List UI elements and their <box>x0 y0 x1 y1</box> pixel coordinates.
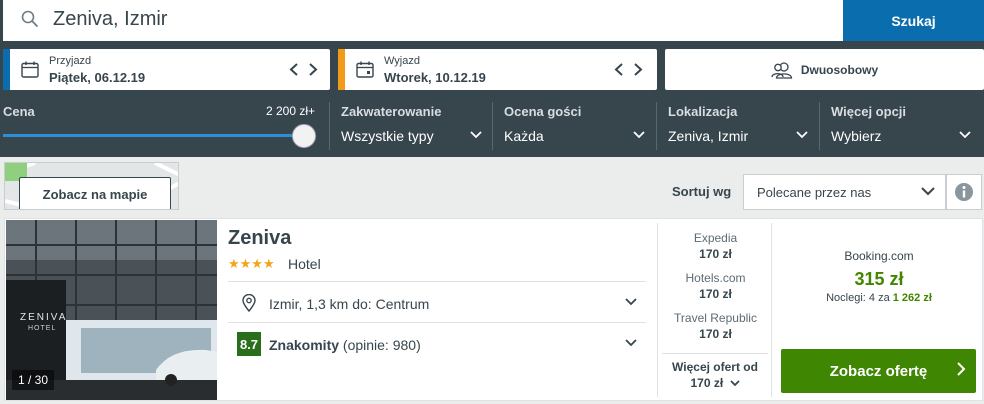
price-filter-label: Cena <box>3 104 35 119</box>
hotel-location: Izmir, 1,3 km do: Centrum <box>269 296 430 312</box>
chevron-down-icon[interactable] <box>625 298 637 306</box>
more-offers-label: Więcej ofert od <box>672 360 758 374</box>
accommodation-filter-label: Zakwaterowanie <box>341 104 442 119</box>
location-filter-label: Lokalizacja <box>668 104 738 119</box>
price-filter-value: 2 200 zł+ <box>266 104 316 118</box>
accommodation-filter[interactable]: Zakwaterowanie Wszystkie typy <box>341 96 491 157</box>
best-offer-price: 315 zł <box>854 269 904 289</box>
nights-total: 1 262 zł <box>892 292 932 304</box>
chevron-down-icon <box>470 131 482 139</box>
offer-price: 170 zł <box>699 247 732 261</box>
more-options-label: Więcej opcji <box>831 104 907 119</box>
hotel-type: Hotel <box>288 256 321 272</box>
accommodation-filter-value: Wszystkie typy <box>341 128 434 144</box>
hotel-name[interactable]: Zeniva <box>228 227 291 250</box>
filter-divider <box>819 102 820 150</box>
offer-item[interactable]: Travel Republic 170 zł <box>658 311 773 341</box>
checkout-accent-bar <box>338 49 345 90</box>
view-deal-label: Zobacz ofertę <box>829 362 928 380</box>
guests-selector[interactable]: Dwuosobowy <box>665 49 984 90</box>
card-divider <box>228 281 646 282</box>
guests-label: Dwuosobowy <box>800 62 879 77</box>
info-icon <box>955 183 973 201</box>
best-offer-nights: Noclegi: 4 za 1 262 zł <box>781 292 977 304</box>
checkin-value: Piątek, 06.12.19 <box>49 70 146 85</box>
more-options-value: Wybierz <box>831 128 882 144</box>
results-area: Zobacz na mapie Sortuj wg Polecane przez… <box>0 157 984 404</box>
chevron-down-icon[interactable] <box>625 339 637 347</box>
sort-label: Sortuj wg <box>672 184 732 199</box>
chevron-down-icon <box>729 380 740 387</box>
more-offers-price: 170 zł <box>690 376 724 390</box>
offer-price: 170 zł <box>699 327 732 341</box>
checkout-date-field[interactable]: Wyjazd Wtorek, 10.12.19 <box>338 49 657 90</box>
checkin-date-field[interactable]: Przyjazd Piątek, 06.12.19 <box>3 49 330 90</box>
offer-provider: Hotels.com <box>685 271 746 285</box>
search-input[interactable]: Zeniva, Izmir <box>3 0 843 41</box>
search-icon <box>21 10 38 27</box>
location-filter-value: Zeniva, Izmir <box>668 128 749 144</box>
nights-text: Noclegi: 4 za <box>826 292 890 304</box>
filter-divider <box>329 102 330 150</box>
rating-summary[interactable]: Znakomity (opinie: 980) <box>269 337 421 353</box>
photo-counter: 1 / 30 <box>12 370 55 390</box>
rating-filter-value: Każda <box>504 128 544 144</box>
price-slider-track[interactable] <box>3 134 303 137</box>
rating-label: Znakomity <box>269 337 340 353</box>
checkin-accent-bar <box>3 49 10 90</box>
users-icon <box>771 61 792 79</box>
best-offer-provider: Booking.com <box>844 249 914 263</box>
rating-score-badge: 8.7 <box>237 332 261 356</box>
hotel-photo[interactable]: ZENIVA HOTEL 1 / 30 <box>6 220 217 400</box>
hotel-sign-sub: HOTEL <box>28 325 57 332</box>
filter-divider <box>492 102 493 150</box>
more-offers-button[interactable]: Więcej ofert od 170 zł <box>662 353 768 390</box>
rating-reviews: (opinie: 980) <box>342 337 421 353</box>
filters-bar: Cena 2 200 zł+ Zakwaterowanie Wszystkie … <box>0 96 984 157</box>
map-preview[interactable]: Zobacz na mapie <box>4 162 179 210</box>
checkout-label: Wyjazd <box>384 55 420 67</box>
checkout-value: Wtorek, 10.12.19 <box>384 70 486 85</box>
chevron-down-icon <box>921 187 935 196</box>
hotel-card: ZENIVA HOTEL 1 / 30 Zeniva ★★★★ Hotel Iz… <box>4 218 983 401</box>
next-day-icon[interactable] <box>633 63 643 76</box>
chevron-down-icon <box>633 131 645 139</box>
more-offers-price-row: 170 zł <box>662 376 768 390</box>
more-options-filter[interactable]: Więcej opcji Wybierz <box>831 96 981 157</box>
location-filter[interactable]: Lokalizacja Zeniva, Izmir <box>668 96 818 157</box>
search-button[interactable]: Szukaj <box>843 0 984 41</box>
rating-filter-label: Ocena gości <box>504 104 582 119</box>
search-query: Zeniva, Izmir <box>53 8 168 30</box>
view-map-button[interactable]: Zobacz na mapie <box>19 177 171 209</box>
offer-provider: Expedia <box>693 231 738 245</box>
next-day-icon[interactable] <box>308 63 318 76</box>
offer-item[interactable]: Expedia 170 zł <box>658 231 773 261</box>
calendar-icon <box>356 61 374 78</box>
prev-day-icon[interactable] <box>614 63 624 76</box>
view-deal-button[interactable]: Zobacz ofertę <box>781 349 976 393</box>
calendar-icon <box>21 61 39 78</box>
sort-select[interactable]: Polecane przez nas <box>743 174 946 210</box>
info-button[interactable] <box>946 174 982 210</box>
offer-price: 170 zł <box>699 287 732 301</box>
price-slider-handle[interactable] <box>292 124 316 148</box>
prev-day-icon[interactable] <box>289 63 299 76</box>
offer-provider: Travel Republic <box>674 311 757 325</box>
hotel-sign: ZENIVA <box>20 312 68 323</box>
other-offers: Expedia 170 zł Hotels.com 170 zł Travel … <box>657 223 772 397</box>
card-divider <box>228 322 646 323</box>
sort-selected-value: Polecane przez nas <box>757 184 872 200</box>
search-bar: Zeniva, Izmir Szukaj <box>0 0 984 42</box>
filter-divider <box>656 102 657 150</box>
chevron-down-icon <box>959 131 971 139</box>
chevron-right-icon <box>957 362 966 376</box>
location-pin-icon <box>242 294 256 312</box>
offer-item[interactable]: Hotels.com 170 zł <box>658 271 773 301</box>
rating-filter[interactable]: Ocena gości Każda <box>504 96 654 157</box>
star-rating: ★★★★ <box>228 256 275 271</box>
checkin-label: Przyjazd <box>49 55 92 67</box>
chevron-down-icon <box>796 131 808 139</box>
best-offer[interactable]: Booking.com 315 zł Noclegi: 4 za 1 262 z… <box>781 249 977 304</box>
